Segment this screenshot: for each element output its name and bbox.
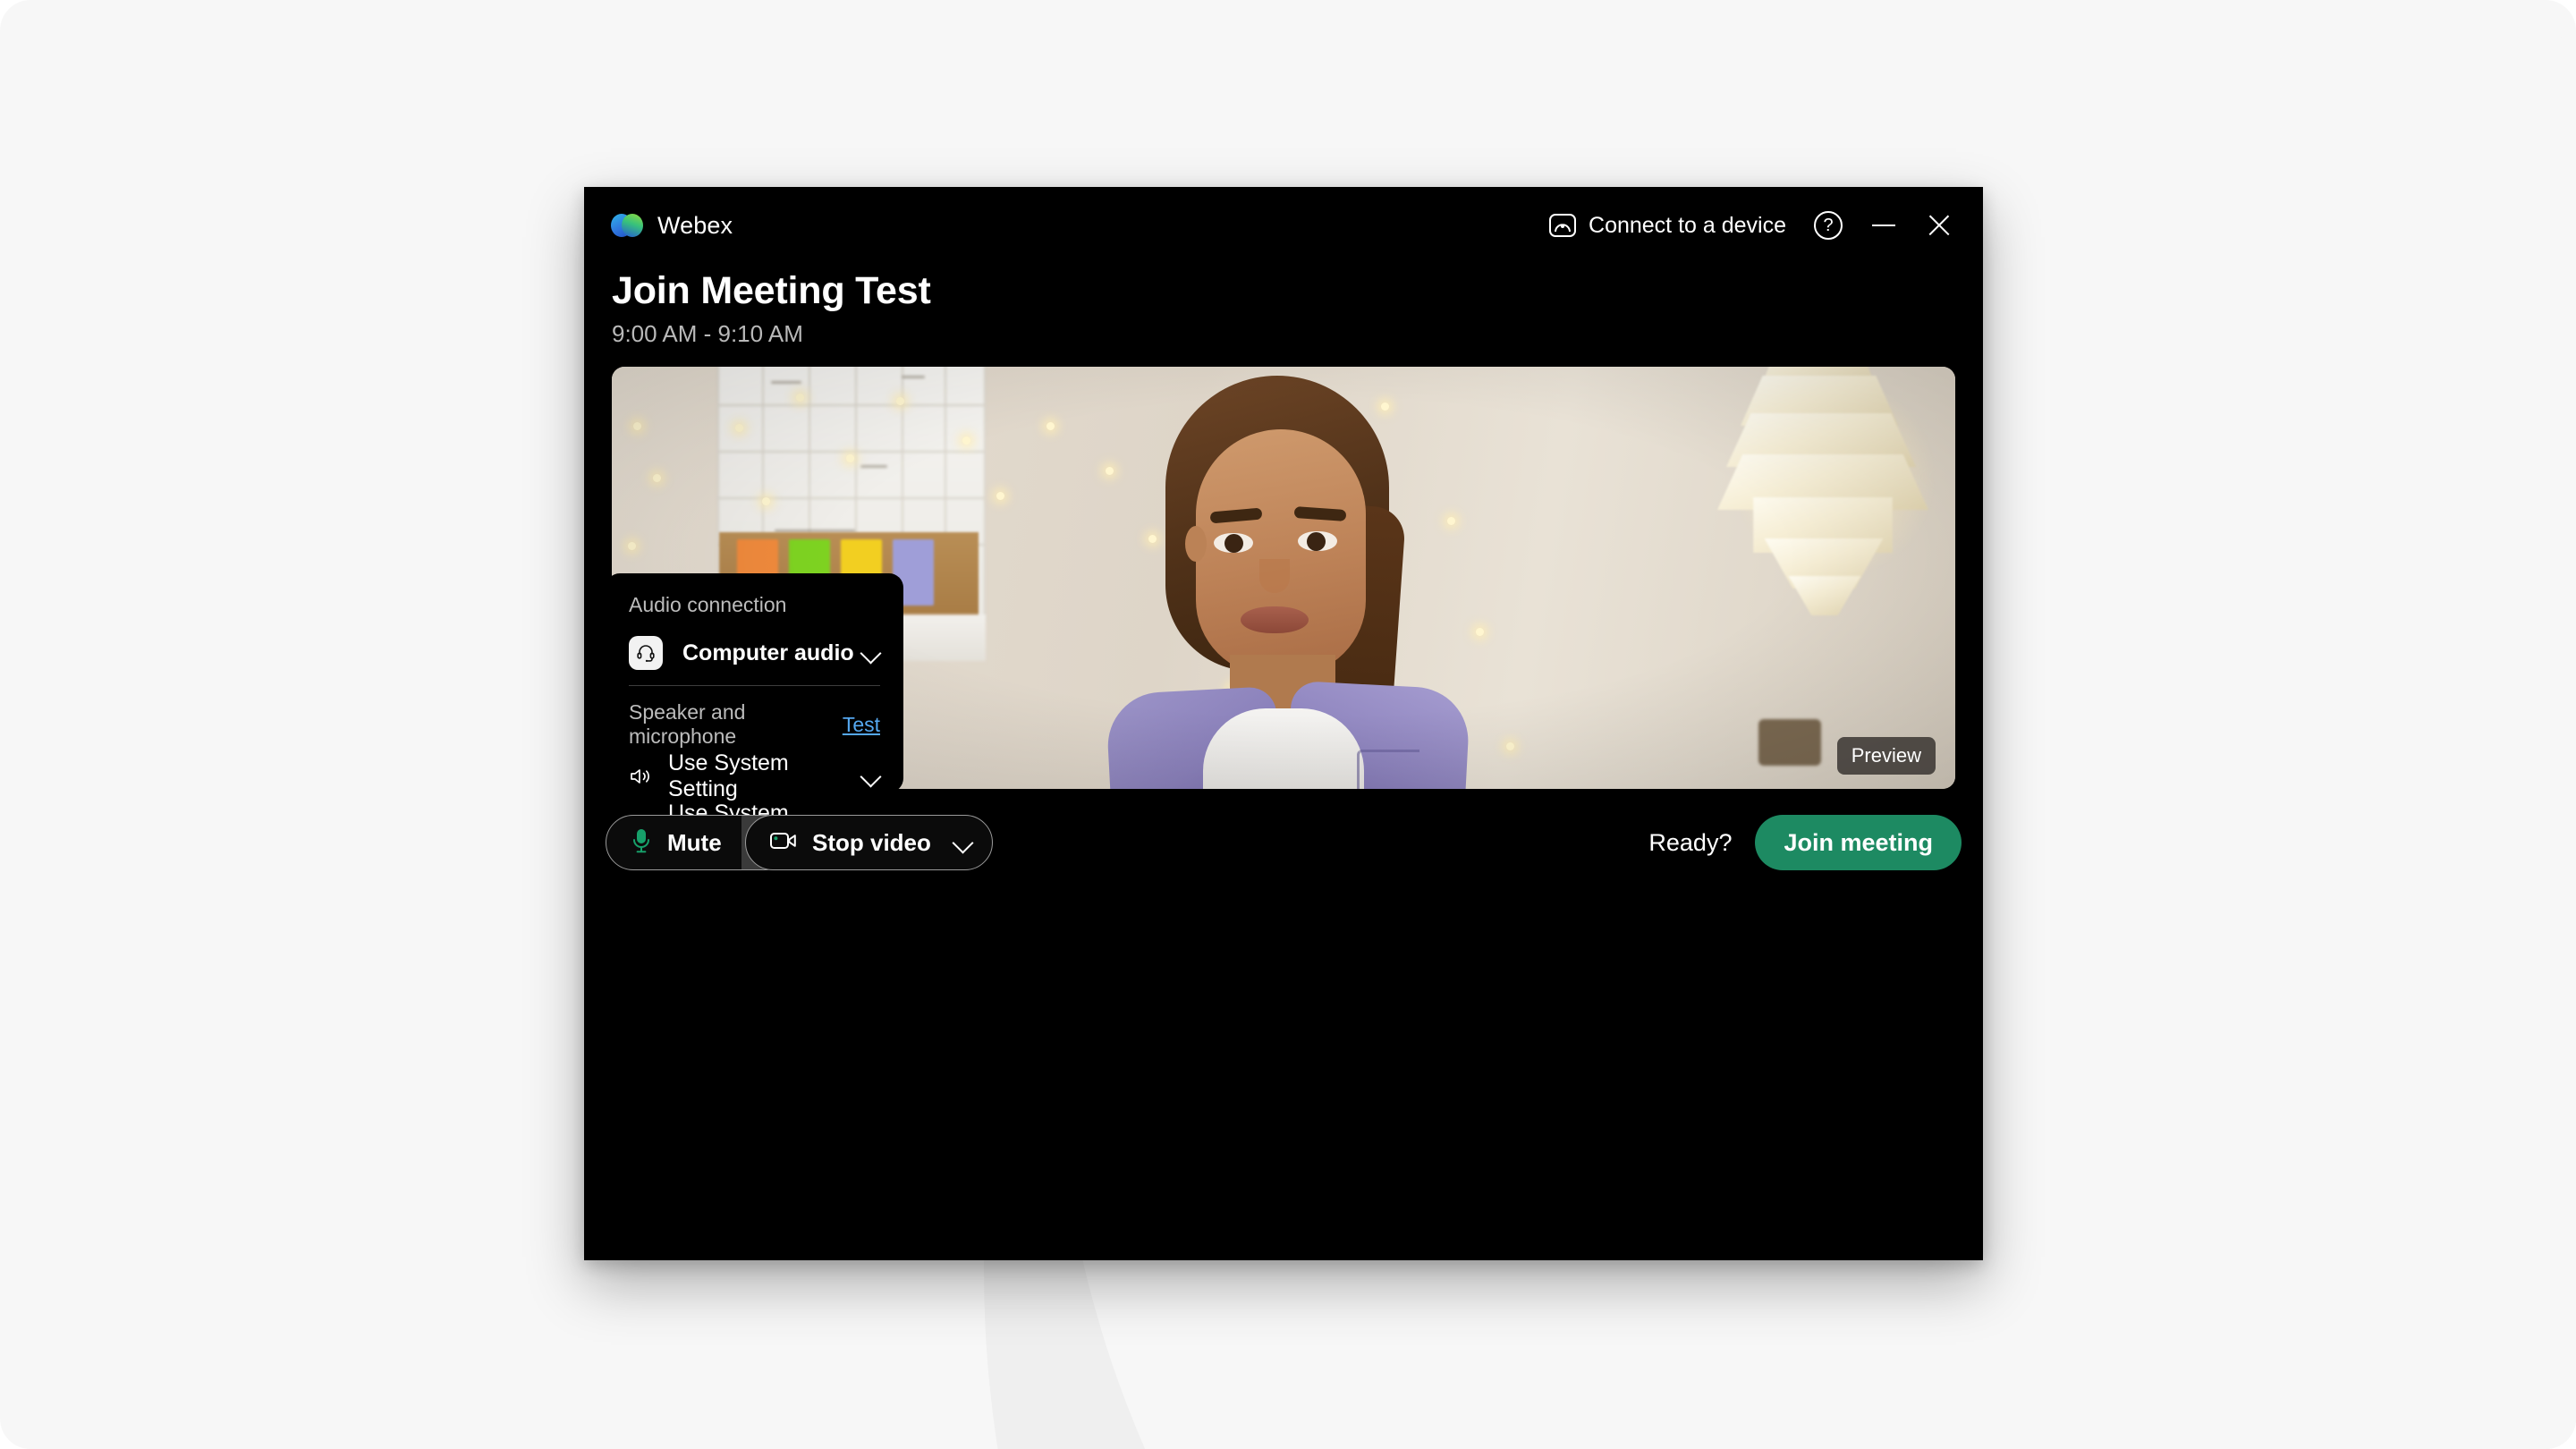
- minimize-button[interactable]: [1856, 200, 1911, 250]
- speaker-microphone-label: Speaker and microphone: [629, 700, 746, 748]
- microphone-icon: [630, 827, 653, 859]
- audio-connection-value: Computer audio: [682, 640, 854, 665]
- titlebar-actions: Connect to a device ?: [1535, 200, 1983, 250]
- audio-connection-select[interactable]: Computer audio: [629, 626, 880, 680]
- speaker-icon: [629, 766, 652, 787]
- meeting-header: Join Meeting Test 9:00 AM - 9:10 AM: [612, 269, 931, 348]
- audio-connection-heading: Audio connection: [629, 593, 787, 616]
- speaker-select[interactable]: Use System Setting: [629, 750, 880, 801]
- speaker-value: Use System Setting: [668, 750, 789, 801]
- stop-video-label: Stop video: [812, 828, 931, 856]
- join-area: Ready? Join meeting: [1648, 815, 1962, 870]
- camera-icon: [769, 830, 798, 856]
- app-brand: Webex: [611, 212, 733, 240]
- webex-logo-icon: [611, 214, 643, 237]
- app-brand-label: Webex: [657, 211, 733, 239]
- ready-prompt: Ready?: [1648, 828, 1733, 856]
- connect-to-device-button[interactable]: Connect to a device: [1535, 204, 1801, 248]
- chevron-down-icon: [954, 834, 972, 852]
- preview-badge: Preview: [1836, 737, 1936, 775]
- webex-meeting-window: Webex Connect to a device ? Join Meeting…: [584, 187, 1983, 1260]
- meeting-control-bar: Mute Stop video Ready? Join meeting: [584, 804, 1983, 894]
- cast-device-icon: [1549, 214, 1577, 237]
- test-audio-link[interactable]: Test: [843, 713, 880, 737]
- mute-button[interactable]: Mute: [606, 816, 741, 869]
- help-button[interactable]: ?: [1801, 200, 1856, 250]
- speaker-microphone-header: Speaker and microphone Test: [629, 700, 880, 749]
- mute-button-label: Mute: [667, 828, 722, 856]
- panel-divider: [629, 685, 880, 686]
- chevron-down-icon: [862, 767, 880, 785]
- help-circle-icon: ?: [1814, 211, 1843, 240]
- join-meeting-button[interactable]: Join meeting: [1755, 815, 1962, 870]
- close-icon: [1927, 213, 1952, 238]
- connect-to-device-label: Connect to a device: [1589, 212, 1786, 238]
- chevron-down-icon: [862, 644, 880, 662]
- meeting-title: Join Meeting Test: [612, 269, 931, 312]
- audio-connection-panel: Audio connection Computer audio Speaker …: [606, 573, 903, 852]
- close-button[interactable]: [1911, 200, 1967, 250]
- headset-icon: [629, 636, 663, 670]
- meeting-time: 9:00 AM - 9:10 AM: [612, 320, 803, 347]
- minimize-icon: [1872, 224, 1895, 227]
- window-titlebar: Webex Connect to a device ?: [584, 187, 1983, 264]
- stop-video-button[interactable]: Stop video: [745, 815, 993, 870]
